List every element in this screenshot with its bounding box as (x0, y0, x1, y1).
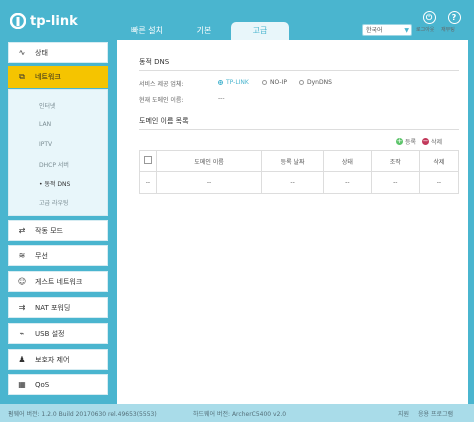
column-header: 조작 (370, 150, 420, 172)
sidebar-item-label: 게스트 네트워크 (35, 277, 83, 286)
power-icon: ⏻ (422, 11, 436, 24)
hardware-version: 하드웨어 버전: ArcherC5400 v2.0 (193, 411, 287, 418)
language-value: 한국어 (366, 27, 383, 34)
column-header: 등록 날짜 (261, 150, 324, 172)
sidebar-item-usb[interactable]: ⌁ USB 설정 (8, 323, 108, 344)
current-domain-label: 현재 도메인 이름: (139, 97, 184, 104)
table-cell: -- (261, 171, 324, 194)
reboot-label: 재부팅 (441, 27, 455, 33)
current-domain-value: --- (218, 95, 225, 102)
reboot-button[interactable]: ? 재부팅 (441, 11, 467, 33)
language-select[interactable]: 한국어 ▼ (362, 24, 412, 36)
router-admin-app: tp-link 빠른 설치 기본 고급 한국어 ▼ ⏻ 로그아웃 ? 재부팅 ∿… (0, 0, 474, 422)
submenu-item-iptv[interactable]: IPTV (39, 141, 52, 148)
table-cell: -- (155, 171, 263, 194)
usb-icon: ⌁ (19, 329, 25, 338)
submenu-item-dhcp[interactable]: DHCP 서버 (39, 160, 69, 169)
main-content: 동적 DNS 서비스 제공 업체: TP-LINK NO-IP DynDNS 현… (117, 40, 468, 404)
sidebar-item-label: 무선 (35, 251, 48, 260)
sidebar-item-status[interactable]: ∿ 상태 (8, 42, 108, 63)
add-label: 등록 (405, 139, 417, 146)
select-all-cell (139, 150, 157, 172)
add-button[interactable]: + 등록 (396, 137, 416, 146)
table-header-row: 도메인 이름 등록 날짜 상태 조작 삭제 (139, 150, 460, 172)
sidebar: ∿ 상태 ⧉ 네트워크 인터넷 LAN IPTV DHCP 서버 • 동적 DN… (0, 40, 111, 404)
mode-icon: ⇄ (18, 226, 26, 235)
brand-name: tp-link (30, 13, 78, 29)
wifi-icon: ≋ (18, 251, 26, 260)
sidebar-item-qos[interactable]: ▦ QoS (8, 374, 108, 395)
logout-button[interactable]: ⏻ 로그아웃 (416, 11, 442, 33)
radio-label: NO-IP (270, 79, 287, 86)
domain-list-title: 도메인 이름 목록 (139, 117, 189, 125)
parental-icon: ♟ (18, 355, 26, 364)
sidebar-item-wireless[interactable]: ≋ 무선 (8, 245, 108, 266)
radio-dot (299, 80, 304, 85)
column-header: 삭제 (418, 150, 460, 172)
delete-button[interactable]: − 삭제 (422, 137, 442, 146)
tab-quick-setup[interactable]: 빠른 설치 (118, 22, 176, 40)
sidebar-item-label: 네트워크 (35, 73, 61, 81)
submenu-item-ddns[interactable]: • 동적 DNS (39, 179, 70, 188)
app-link[interactable]: 응용 프로그램 (418, 409, 453, 418)
pulse-icon: ∿ (18, 48, 26, 57)
radio-dot (262, 80, 267, 85)
delete-label: 삭제 (431, 139, 443, 146)
submenu-item-internet[interactable]: 인터넷 (39, 101, 56, 110)
divider (139, 129, 459, 130)
sidebar-item-nat-forwarding[interactable]: ⇉ NAT 포워딩 (8, 297, 108, 318)
plus-icon: + (396, 137, 403, 145)
sidebar-item-guest-network[interactable]: ☺ 게스트 네트워크 (8, 271, 108, 292)
sidebar-item-label: 작동 모드 (35, 226, 63, 235)
reboot-icon: ? (447, 11, 461, 24)
submenu-item-routing[interactable]: 고급 라우팅 (39, 198, 69, 207)
network-submenu: 인터넷 LAN IPTV DHCP 서버 • 동적 DNS 고급 라우팅 (8, 89, 108, 216)
column-header: 상태 (322, 150, 372, 172)
radio-label: DynDNS (307, 79, 332, 86)
sidebar-item-label: QoS (35, 380, 50, 389)
ddns-section-title: 동적 DNS (139, 58, 170, 66)
top-header: tp-link 빠른 설치 기본 고급 한국어 ▼ ⏻ 로그아웃 ? 재부팅 (0, 0, 474, 40)
firmware-version: 펌웨어 버전: 1.2.0 Build 20170630 rel.49653(5… (8, 411, 157, 418)
tp-link-logo: tp-link (10, 13, 78, 29)
sidebar-item-label: 보호자 제어 (35, 355, 70, 364)
provider-radio-tplink[interactable]: TP-LINK (218, 79, 249, 86)
sidebar-item-network[interactable]: ⧉ 네트워크 (8, 66, 108, 88)
table-cell: -- (322, 171, 372, 194)
footer: 펌웨어 버전: 1.2.0 Build 20170630 rel.49653(5… (0, 404, 474, 422)
chevron-down-icon: ▼ (404, 27, 409, 34)
sidebar-item-label: NAT 포워딩 (35, 303, 71, 312)
submenu-item-lan[interactable]: LAN (39, 121, 51, 128)
tp-link-logo-icon (10, 13, 26, 29)
table-cell: -- (139, 171, 157, 194)
provider-radio-noip[interactable]: NO-IP (262, 79, 287, 86)
sidebar-item-parental-control[interactable]: ♟ 보호자 제어 (8, 349, 108, 370)
logout-label: 로그아웃 (416, 27, 435, 33)
table-cell: -- (370, 171, 420, 194)
table-row: -- -- -- -- -- -- (139, 171, 460, 194)
qos-icon: ▦ (18, 380, 26, 389)
select-all-checkbox[interactable] (143, 156, 152, 164)
sidebar-item-operation-mode[interactable]: ⇄ 작동 모드 (8, 220, 108, 241)
table-cell: -- (418, 171, 460, 194)
provider-radio-dyndns[interactable]: DynDNS (299, 79, 332, 86)
sidebar-item-label: USB 설정 (35, 329, 65, 338)
tab-basic[interactable]: 기본 (175, 22, 233, 40)
radio-dot (218, 80, 223, 85)
tab-advanced[interactable]: 고급 (231, 22, 289, 40)
divider (139, 70, 459, 71)
support-link[interactable]: 지원 (398, 409, 409, 418)
domain-list-table: 도메인 이름 등록 날짜 상태 조작 삭제 -- -- -- -- -- -- (139, 150, 460, 194)
column-header: 도메인 이름 (155, 150, 263, 172)
guest-icon: ☺ (17, 277, 27, 286)
radio-label: TP-LINK (226, 79, 249, 86)
provider-label: 서비스 제공 업체: (139, 81, 184, 88)
submenu-item-label: 동적 DNS (44, 181, 71, 188)
sidebar-item-label: 상태 (35, 48, 48, 57)
network-icon: ⧉ (19, 72, 25, 81)
nat-icon: ⇉ (18, 303, 26, 312)
minus-icon: − (422, 137, 429, 145)
